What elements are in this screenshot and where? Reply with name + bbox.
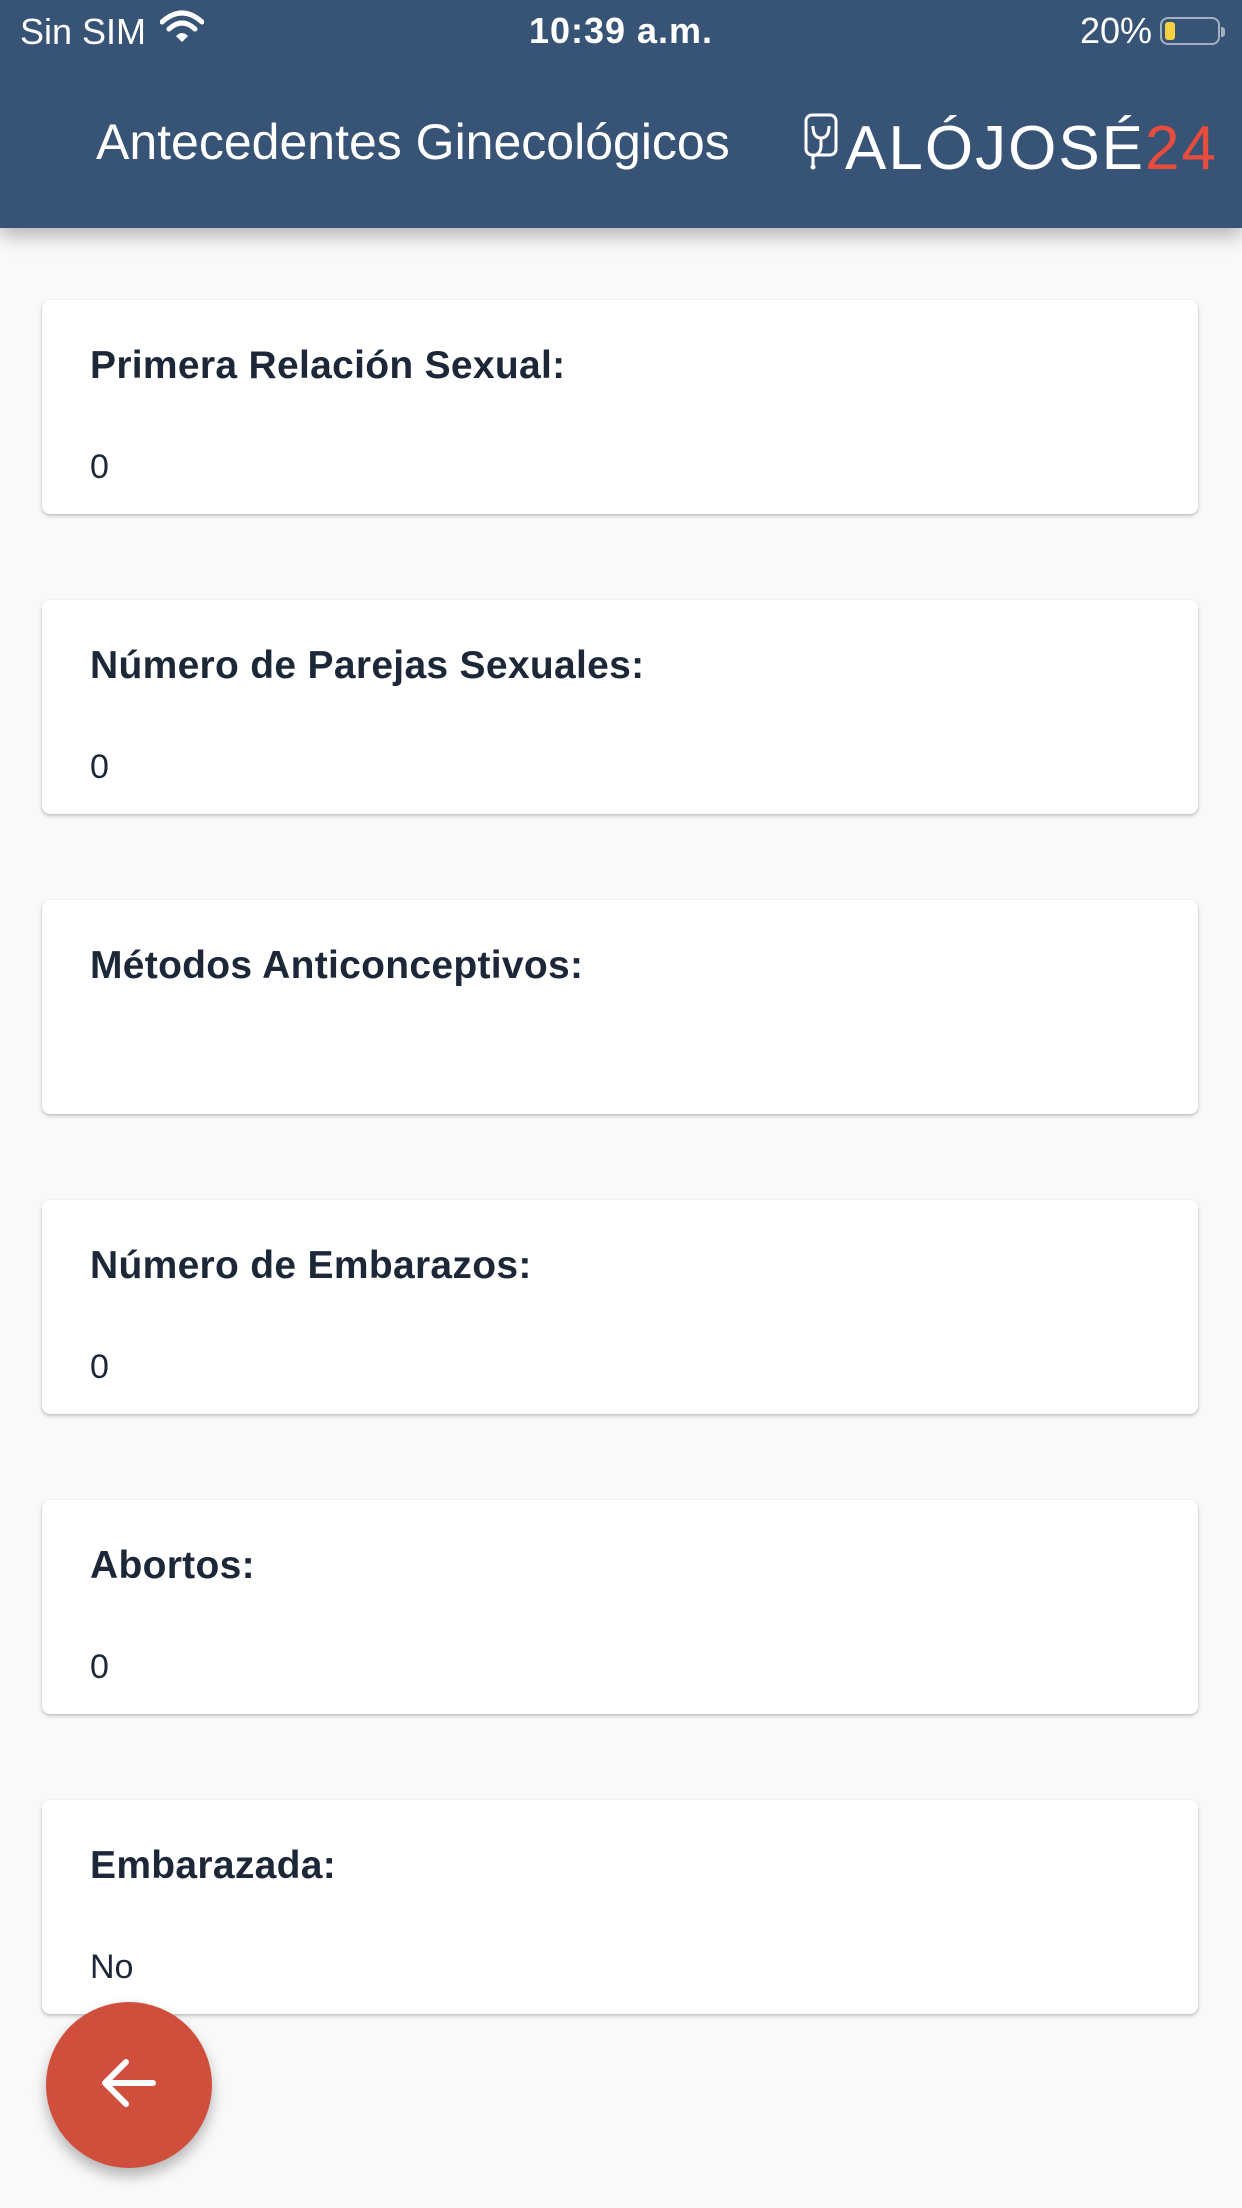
status-right: 20%	[1079, 10, 1225, 52]
app-logo: ALÓJOSÉ24	[803, 112, 1218, 185]
card-label: Número de Embarazos:	[90, 1244, 532, 1287]
card-label: Embarazada:	[90, 1844, 337, 1887]
card-metodos-anticonceptivos: Métodos Anticonceptivos:	[42, 900, 1198, 1114]
card-primera-relacion: Primera Relación Sexual: 0	[42, 300, 1198, 514]
logo-text: ALÓJOSÉ24	[845, 113, 1218, 183]
status-bar: Sin SIM 10:39 a.m. 20%	[0, 0, 1242, 62]
card-label: Abortos:	[90, 1544, 255, 1587]
card-embarazos: Número de Embarazos: 0	[42, 1200, 1198, 1414]
page-title: Antecedentes Ginecológicos	[96, 114, 730, 170]
card-abortos: Abortos: 0	[42, 1500, 1198, 1714]
app-header: Sin SIM 10:39 a.m. 20% Antecedentes Gine…	[0, 0, 1242, 228]
card-value: 0	[90, 748, 109, 786]
battery-icon	[1160, 17, 1225, 45]
card-value: 0	[90, 1348, 109, 1386]
card-value: No	[90, 1948, 134, 1986]
status-time: 10:39 a.m.	[528, 10, 714, 51]
card-value: 0	[90, 1648, 109, 1686]
card-embarazada: Embarazada: No	[42, 1800, 1198, 2014]
stethoscope-icon	[803, 112, 839, 185]
back-button[interactable]	[46, 2002, 212, 2168]
battery-level	[1165, 22, 1175, 40]
card-label: Número de Parejas Sexuales:	[90, 644, 645, 687]
card-parejas-sexuales: Número de Parejas Sexuales: 0	[42, 600, 1198, 814]
card-value: 0	[90, 448, 109, 486]
card-label: Primera Relación Sexual:	[90, 344, 566, 387]
battery-percent: 20%	[1079, 10, 1152, 51]
arrow-left-icon	[99, 2056, 159, 2115]
card-label: Métodos Anticonceptivos:	[90, 944, 584, 987]
